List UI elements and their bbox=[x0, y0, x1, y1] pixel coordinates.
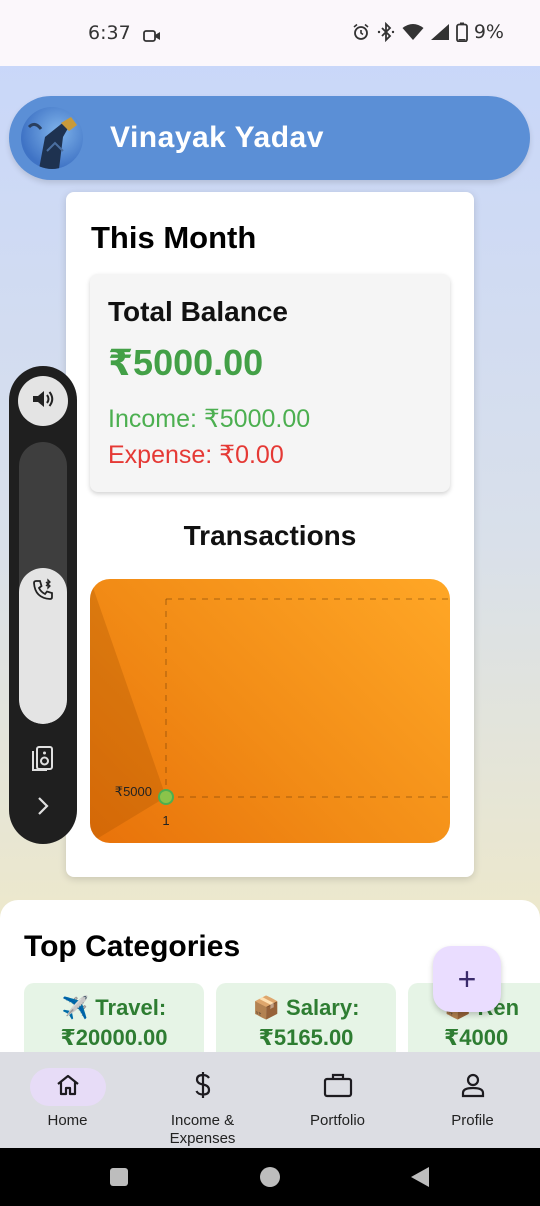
user-name: Vinayak Yadav bbox=[110, 121, 324, 154]
balance-label: Total Balance bbox=[108, 296, 288, 327]
category-amount: ₹4000 bbox=[444, 1025, 509, 1050]
person-icon bbox=[460, 1072, 486, 1103]
chevron-right-icon[interactable] bbox=[35, 796, 51, 821]
transactions-chart: ₹5000 1 bbox=[90, 579, 450, 843]
nav-home-pill bbox=[29, 1068, 106, 1106]
avatar bbox=[21, 107, 83, 169]
status-icons: 9% bbox=[352, 21, 504, 43]
categories-title: Top Categories bbox=[24, 930, 241, 963]
briefcase-icon bbox=[323, 1072, 353, 1103]
battery-percent: 9% bbox=[473, 21, 504, 43]
add-transaction-button[interactable]: + bbox=[433, 946, 501, 1012]
home-button[interactable] bbox=[260, 1167, 280, 1187]
data-point bbox=[158, 789, 174, 805]
status-time: 6:37 bbox=[88, 22, 131, 44]
nav-pill bbox=[165, 1068, 241, 1106]
month-summary-card: This Month Total Balance ₹5000.00 Income… bbox=[66, 192, 474, 877]
bluetooth-icon bbox=[376, 22, 396, 42]
income-text: Income: ₹5000.00 bbox=[108, 405, 311, 433]
speaker-output-icon[interactable] bbox=[31, 744, 55, 777]
category-amount: ₹20000.00 bbox=[60, 1025, 168, 1050]
y-tick-label: ₹5000 bbox=[115, 784, 152, 799]
nav-pill bbox=[300, 1068, 376, 1106]
profile-header[interactable]: Vinayak Yadav bbox=[9, 96, 530, 180]
nav-profile[interactable]: Profile bbox=[405, 1068, 540, 1130]
status-bar: 6:37 9% bbox=[0, 0, 540, 66]
system-navigation-bar bbox=[0, 1148, 540, 1206]
category-amount: ₹5165.00 bbox=[258, 1025, 354, 1050]
alarm-icon bbox=[352, 23, 370, 41]
nav-label: Portfolio bbox=[309, 1112, 366, 1129]
nav-label: Profile bbox=[451, 1112, 494, 1129]
chart-area-shade bbox=[90, 579, 166, 843]
nav-portfolio[interactable]: Portfolio bbox=[270, 1068, 405, 1130]
speaker-icon bbox=[31, 388, 55, 415]
screen-record-icon bbox=[143, 26, 161, 48]
volume-mute-button[interactable] bbox=[18, 376, 68, 426]
nav-label: Income & Expenses bbox=[169, 1112, 236, 1147]
nav-pill bbox=[435, 1068, 511, 1106]
signal-icon bbox=[430, 23, 450, 41]
balance-value: ₹5000.00 bbox=[108, 342, 264, 383]
transactions-title: Transactions bbox=[183, 520, 357, 551]
x-tick-label: 1 bbox=[162, 813, 169, 828]
plus-icon: + bbox=[457, 960, 477, 997]
recents-button[interactable] bbox=[110, 1168, 128, 1186]
bottom-navigation: Home Income & Expenses Portfolio Profile bbox=[0, 1052, 540, 1148]
category-name: ✈️ Travel: bbox=[61, 995, 167, 1020]
battery-icon bbox=[455, 22, 468, 42]
back-button[interactable] bbox=[410, 1166, 430, 1193]
dollar-icon bbox=[193, 1071, 213, 1104]
balance-card: Total Balance ₹5000.00 Income: ₹5000.00 … bbox=[90, 274, 450, 492]
volume-slider[interactable] bbox=[19, 442, 67, 724]
chart-svg: ₹5000 1 bbox=[90, 579, 450, 843]
nav-label: Home bbox=[47, 1112, 88, 1129]
home-icon bbox=[55, 1073, 81, 1102]
nav-income-expenses[interactable]: Income & Expenses bbox=[135, 1068, 270, 1148]
month-title: This Month bbox=[91, 220, 257, 255]
call-bluetooth-icon bbox=[31, 578, 55, 607]
nav-home[interactable]: Home bbox=[0, 1068, 135, 1130]
volume-panel[interactable] bbox=[9, 366, 77, 844]
category-name: 📦 Salary: bbox=[252, 995, 360, 1020]
expense-text: Expense: ₹0.00 bbox=[108, 441, 284, 469]
wifi-icon bbox=[402, 23, 424, 41]
